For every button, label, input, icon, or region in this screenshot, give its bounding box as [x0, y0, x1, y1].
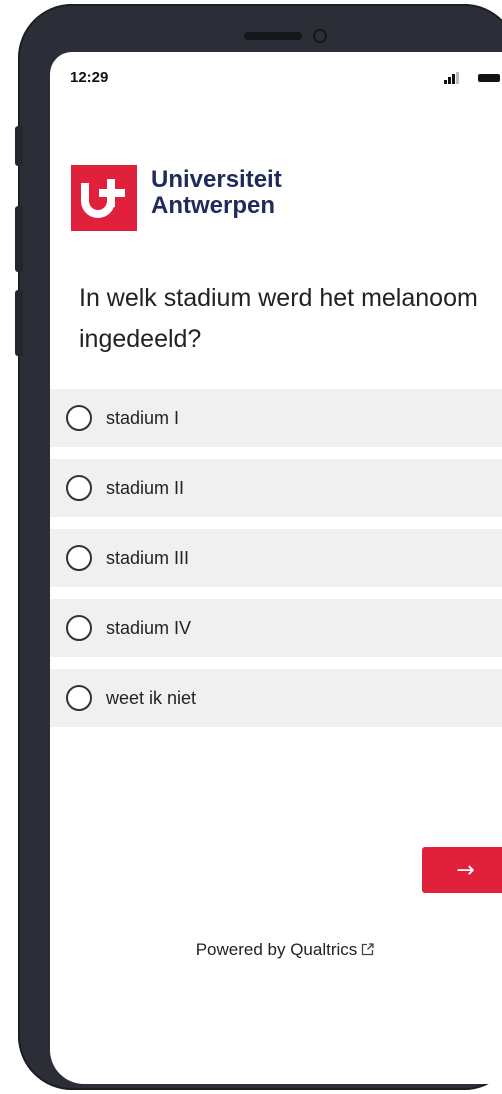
option-label: stadium I	[106, 408, 180, 428]
option-weet-ik-niet[interactable]: weet ik niet	[50, 669, 502, 727]
option-label: stadium III	[106, 548, 190, 568]
radio-icon[interactable]	[66, 405, 92, 431]
option-stadium-1[interactable]: stadium I	[50, 389, 502, 447]
side-button-mute	[15, 126, 23, 166]
option-stadium-3[interactable]: stadium III	[50, 529, 502, 587]
status-bar: 12:29	[50, 66, 502, 92]
option-label: stadium II	[106, 478, 185, 498]
option-stadium-4[interactable]: stadium IV	[50, 599, 502, 657]
side-button-volume-down	[15, 290, 23, 356]
status-time: 12:29	[70, 69, 109, 86]
option-label: stadium IV	[106, 618, 192, 638]
radio-icon[interactable]	[66, 545, 92, 571]
signal-bars-icon	[444, 72, 460, 84]
side-button-volume-up	[15, 206, 23, 272]
option-stadium-2[interactable]: stadium II	[50, 459, 502, 517]
speaker-grille	[244, 32, 302, 40]
option-label: weet ik niet	[106, 688, 197, 708]
qualtrics-link[interactable]: Powered by Qualtrics	[196, 940, 375, 959]
next-button[interactable]: →	[422, 847, 502, 893]
universiteit-antwerpen-mark-icon	[71, 165, 137, 231]
logo-text: Universiteit Antwerpen	[151, 167, 282, 219]
phone-frame: 12:29 Universiteit Antwerpen In welk sta…	[18, 4, 502, 1090]
logo-line-1: Universiteit	[151, 166, 282, 193]
powered-by-footer: Powered by Qualtrics	[50, 940, 502, 961]
phone-screen: 12:29 Universiteit Antwerpen In welk sta…	[50, 52, 502, 1084]
radio-icon[interactable]	[66, 475, 92, 501]
university-logo: Universiteit Antwerpen	[71, 165, 331, 231]
powered-by-text: Powered by Qualtrics	[195, 940, 358, 959]
front-camera	[313, 29, 327, 43]
radio-icon[interactable]	[66, 685, 92, 711]
external-link-icon	[361, 941, 374, 961]
question-text: In welk stadium werd het melanoom ingede…	[79, 284, 478, 353]
logo-line-2: Antwerpen	[151, 192, 276, 219]
radio-icon[interactable]	[66, 615, 92, 641]
battery-icon	[478, 74, 500, 82]
